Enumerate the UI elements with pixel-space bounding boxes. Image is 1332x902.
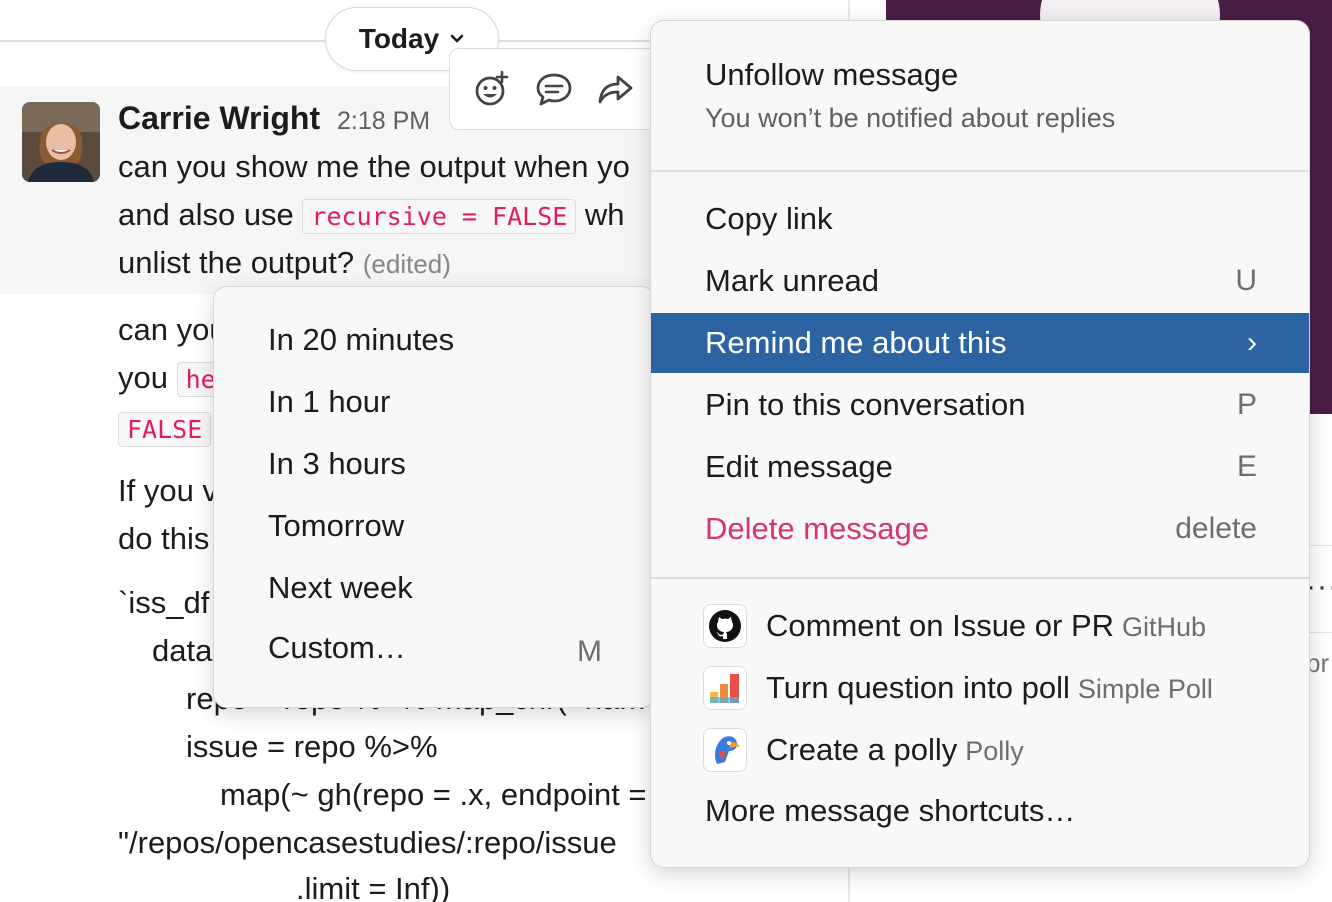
message-text-line: If you v bbox=[118, 473, 218, 508]
chevron-right-icon: › bbox=[1247, 326, 1257, 359]
app-shortcut-simple-poll[interactable]: Turn question into poll Simple Poll bbox=[651, 657, 1309, 719]
message-context-menu: Unfollow message You won’t be notified a… bbox=[650, 20, 1310, 868]
app-shortcut-polly[interactable]: Create a polly Polly bbox=[651, 719, 1309, 781]
menu-divider bbox=[651, 170, 1309, 172]
more-message-shortcuts-item[interactable]: More message shortcuts… bbox=[651, 781, 1309, 841]
remind-option-20-minutes[interactable]: In 20 minutes bbox=[268, 322, 454, 358]
shortcut-key: delete bbox=[1175, 512, 1257, 545]
message-text-line: can you show me the output when yo bbox=[118, 149, 630, 184]
shortcut-key: U bbox=[1235, 264, 1257, 297]
menu-divider bbox=[651, 577, 1309, 579]
message-text: you bbox=[118, 360, 177, 395]
pin-conversation-item[interactable]: Pin to this conversation P bbox=[651, 375, 1309, 435]
message-text-line: do this bbox=[118, 521, 210, 556]
message-text-line: can you bbox=[118, 312, 227, 347]
unfollow-message-item[interactable]: Unfollow message bbox=[705, 57, 958, 93]
inline-code: recursive = FALSE bbox=[302, 199, 577, 234]
message-text-line: and also use recursive = FALSE wh bbox=[118, 195, 625, 237]
app-action-label: Comment on Issue or PR bbox=[766, 608, 1115, 643]
delete-message-item[interactable]: Delete message delete bbox=[651, 499, 1309, 559]
app-shortcut-github[interactable]: Comment on Issue or PR GitHub bbox=[651, 595, 1309, 657]
add-reaction-icon[interactable] bbox=[472, 69, 512, 109]
menu-item-label: Mark unread bbox=[705, 263, 880, 298]
remind-me-item[interactable]: Remind me about this › bbox=[651, 313, 1309, 373]
unfollow-message-subtitle: You won’t be notified about replies bbox=[705, 103, 1116, 133]
app-shortcut-label: Create a polly Polly bbox=[766, 732, 1024, 768]
message-text-line: data bbox=[152, 633, 213, 668]
shortcut-key: M bbox=[577, 635, 602, 668]
app-source-label: GitHub bbox=[1122, 612, 1207, 642]
reply-thread-icon[interactable] bbox=[534, 69, 574, 109]
remind-option-custom[interactable]: Custom… bbox=[268, 630, 406, 666]
menu-item-label: Remind me about this bbox=[705, 325, 1007, 360]
menu-item-label: Copy link bbox=[705, 201, 833, 236]
inline-code: FALSE bbox=[118, 412, 212, 447]
message-text-line: unlist the output? (edited) bbox=[118, 243, 451, 284]
simple-poll-icon bbox=[703, 666, 747, 710]
copy-link-item[interactable]: Copy link bbox=[651, 189, 1309, 249]
avatar[interactable] bbox=[22, 102, 100, 182]
chevron-down-icon bbox=[449, 29, 465, 50]
remind-option-next-week[interactable]: Next week bbox=[268, 570, 413, 606]
remind-option-3-hours[interactable]: In 3 hours bbox=[268, 446, 406, 482]
remind-submenu: In 20 minutes In 1 hour In 3 hours Tomor… bbox=[213, 286, 655, 708]
message-text-line: "/repos/opencasestudies/:repo/issue bbox=[118, 825, 617, 860]
menu-item-label: More message shortcuts… bbox=[705, 793, 1076, 828]
message-text-line: issue = repo %>% bbox=[186, 729, 438, 764]
app-action-label: Create a polly bbox=[766, 732, 958, 767]
edit-message-item[interactable]: Edit message E bbox=[651, 437, 1309, 497]
menu-item-label: Pin to this conversation bbox=[705, 387, 1026, 422]
message-text: unlist the output? bbox=[118, 245, 355, 280]
message-text: wh bbox=[576, 197, 625, 232]
message-text-line: FALSE bbox=[118, 408, 212, 450]
app-action-label: Turn question into poll bbox=[766, 670, 1070, 705]
message-author[interactable]: Carrie Wright bbox=[118, 100, 320, 137]
remind-option-1-hour[interactable]: In 1 hour bbox=[268, 384, 390, 420]
message-text-line: .limit = Inf)) bbox=[296, 871, 451, 902]
app-source-label: Simple Poll bbox=[1077, 674, 1213, 704]
message-text: and also use bbox=[118, 197, 303, 232]
message-timestamp[interactable]: 2:18 PM bbox=[337, 107, 430, 136]
remind-option-tomorrow[interactable]: Tomorrow bbox=[268, 508, 404, 544]
menu-item-label: Delete message bbox=[705, 511, 930, 546]
edited-label: (edited) bbox=[362, 249, 451, 279]
app-source-label: Polly bbox=[965, 736, 1024, 766]
app-shortcut-label: Comment on Issue or PR GitHub bbox=[766, 608, 1206, 644]
app-shortcut-label: Turn question into poll Simple Poll bbox=[766, 670, 1213, 706]
polly-icon bbox=[703, 728, 747, 772]
message-text-line: you he bbox=[118, 358, 225, 400]
message-text-line: map(~ gh(repo = .x, endpoint = bbox=[220, 777, 647, 812]
shortcut-key: P bbox=[1236, 388, 1257, 421]
message-text-line: `iss_df bbox=[118, 585, 210, 620]
mark-unread-item[interactable]: Mark unread U bbox=[651, 251, 1309, 311]
shortcut-key: E bbox=[1236, 450, 1257, 483]
share-forward-icon[interactable] bbox=[596, 69, 636, 109]
github-icon bbox=[703, 604, 747, 648]
menu-item-label: Edit message bbox=[705, 449, 893, 484]
date-jump-label: Today bbox=[358, 23, 440, 54]
